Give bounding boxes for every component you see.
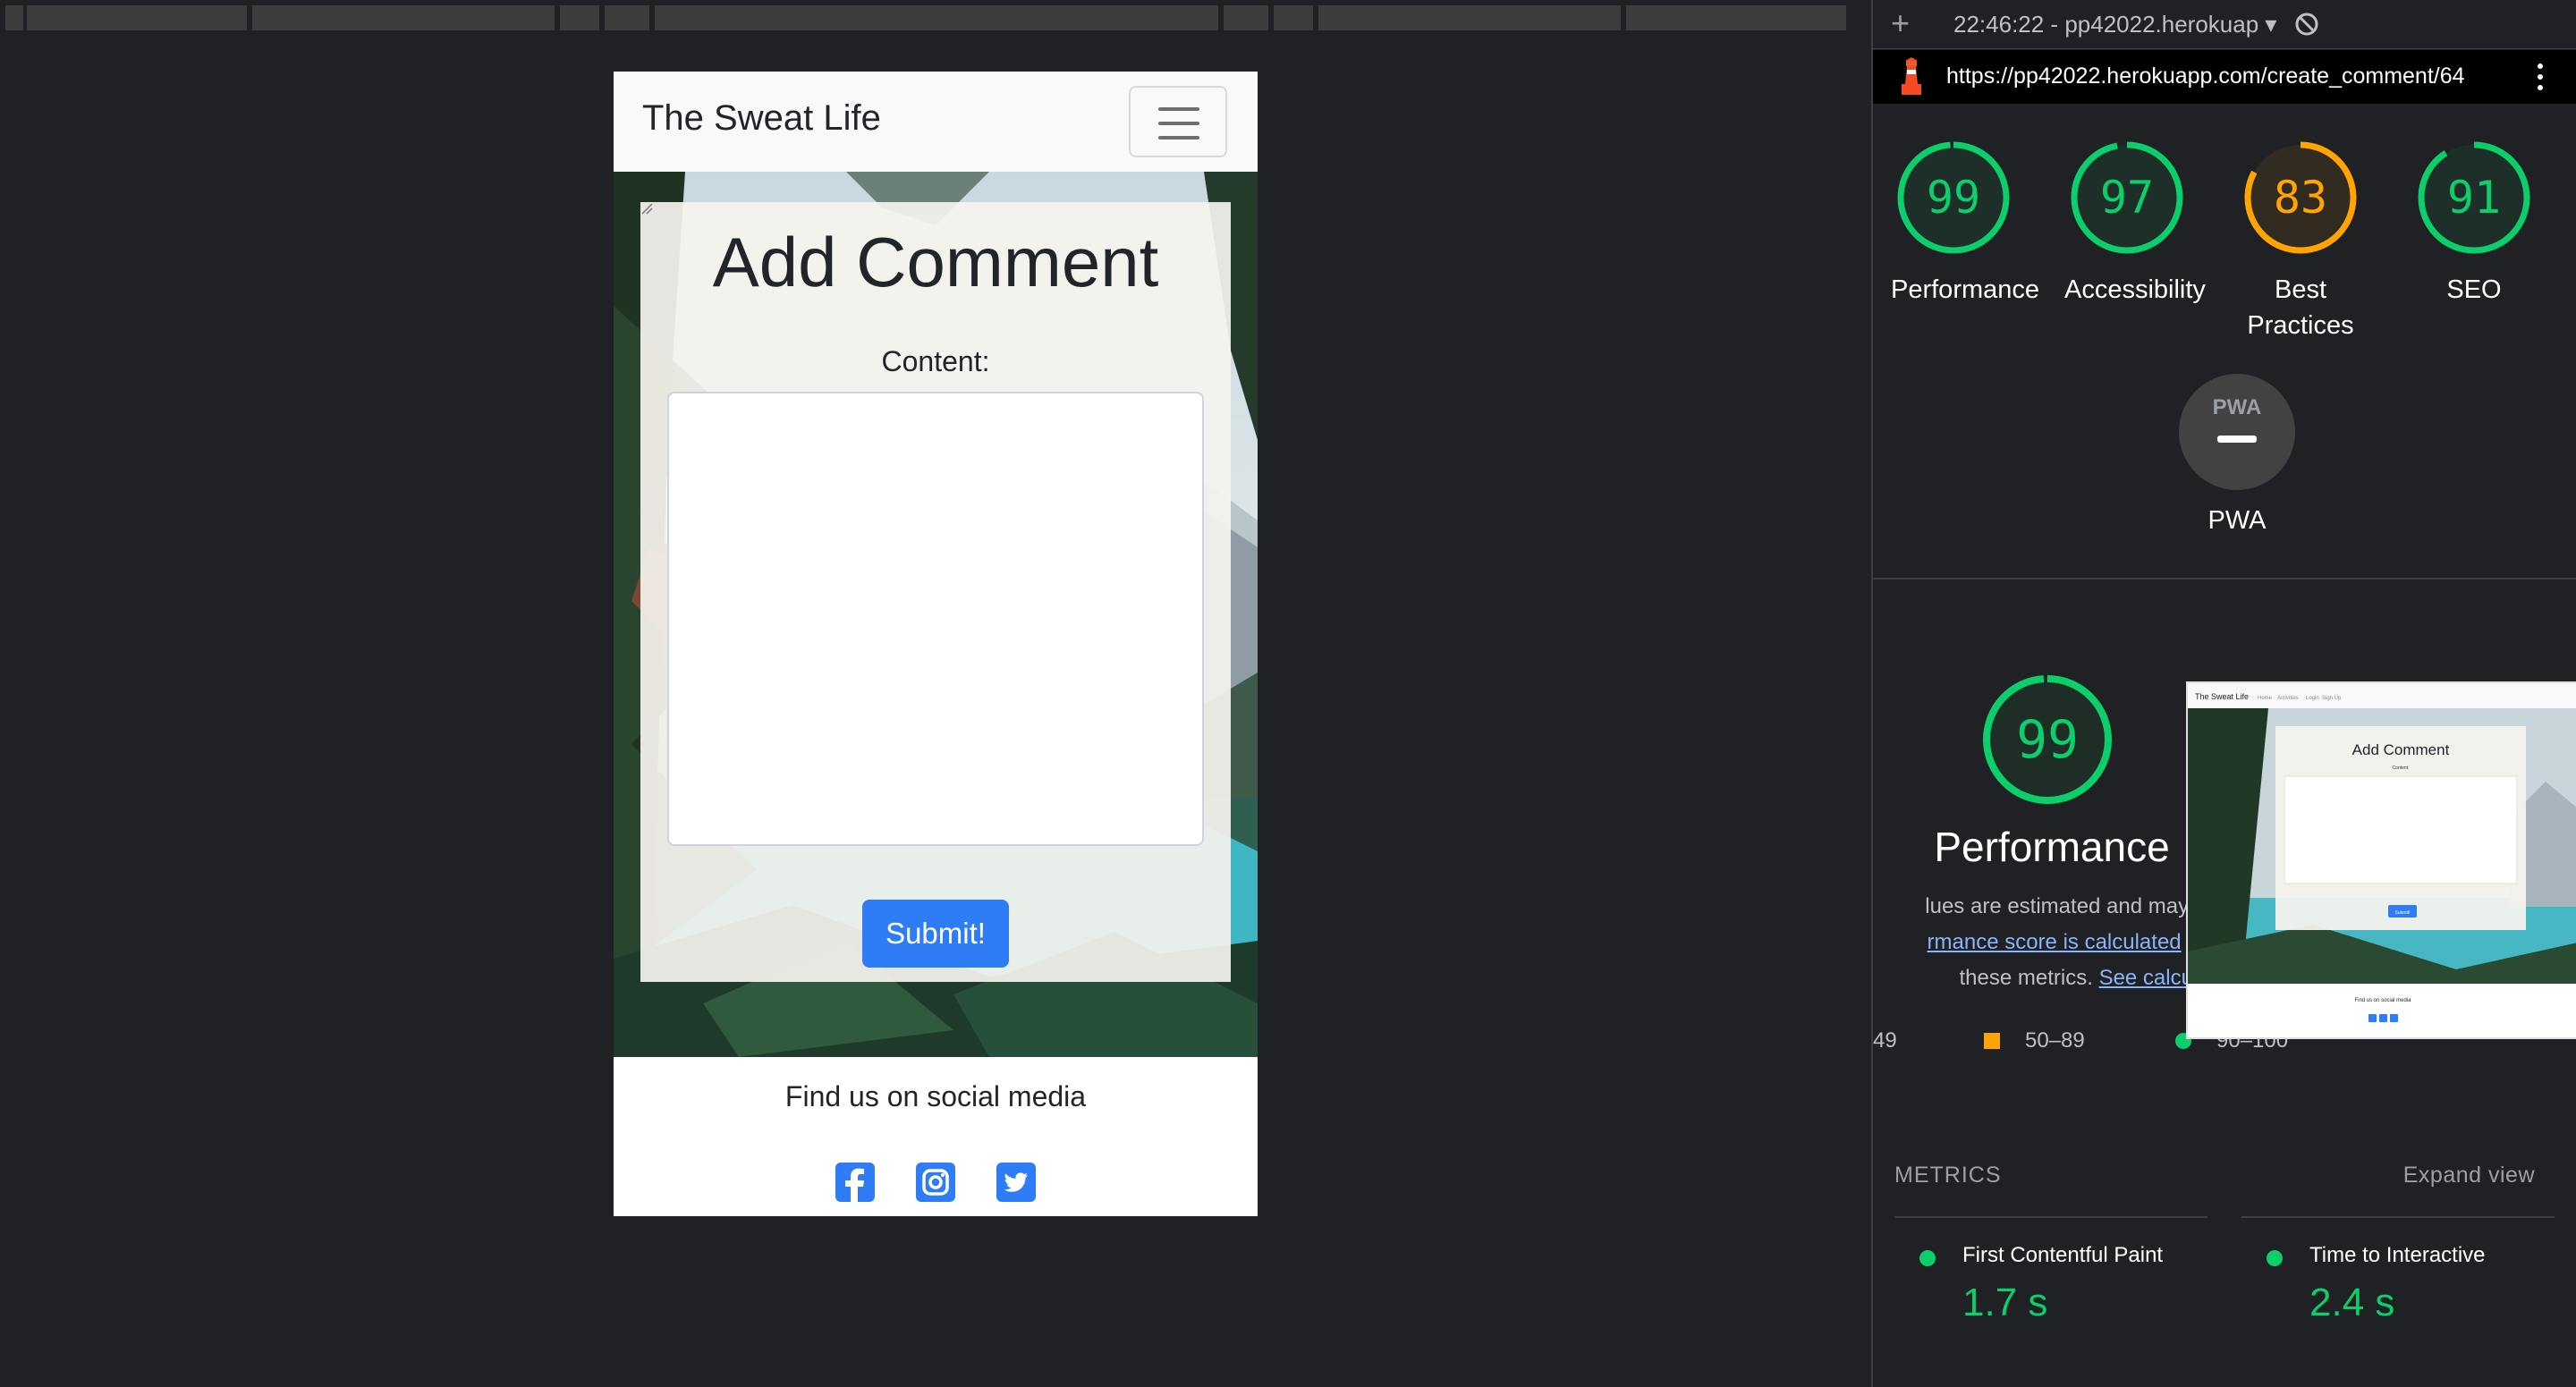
submit-button[interactable]: Submit!	[862, 900, 1009, 968]
page-screenshot-thumbnail[interactable]: The Sweat Life Home Activities Login Sig…	[2186, 681, 2576, 1039]
gauge-seo[interactable]: 91 SEO	[2411, 140, 2537, 308]
gauge-pwa[interactable]: PWA PWA	[2170, 374, 2304, 536]
thumb-nav: Home	[2258, 696, 2273, 701]
navbar: The Sweat Life	[614, 72, 1258, 172]
twitter-icon[interactable]	[996, 1163, 1036, 1202]
thumb-brand: The Sweat Life	[2195, 692, 2249, 701]
desc-line: rmance score is calculated direct	[1873, 925, 2240, 960]
instagram-icon[interactable]	[916, 1163, 955, 1202]
thumb-footer: Find us on social media	[2354, 998, 2411, 1003]
facebook-icon[interactable]	[835, 1163, 875, 1202]
hero-background: Add Comment Content: Submit!	[614, 172, 1258, 1057]
brand-link[interactable]: The Sweat Life	[642, 98, 881, 139]
desc-line: these metrics. See calculator.	[1873, 960, 2240, 996]
pass-dot-icon	[2267, 1250, 2283, 1266]
desc-text: these metrics.	[1959, 966, 2099, 990]
content-textarea[interactable]	[667, 392, 1204, 846]
pwa-badge-text: PWA	[2213, 395, 2262, 419]
report-url[interactable]: https://pp42022.herokuapp.com/create_com…	[1946, 63, 2465, 89]
thumb-label: Content:	[2393, 765, 2410, 771]
pwa-label: PWA	[2207, 506, 2267, 535]
gauge-label: Best Practices	[2247, 275, 2354, 340]
gauge-score: 97	[2099, 172, 2155, 224]
metric-value: 2.4 s	[2309, 1281, 2395, 1324]
gauge-label: Accessibility	[2064, 275, 2206, 304]
mobile-viewport: The Sweat Life Add Comment Content: Subm…	[614, 72, 1258, 1216]
gauge-score: 91	[2446, 172, 2502, 224]
orange-square-icon	[1984, 1033, 2000, 1049]
legend-label: 50–89	[2025, 1028, 2085, 1053]
gauge-performance[interactable]: 99 Performance	[1891, 140, 2040, 308]
expand-view-toggle[interactable]: Expand view	[2403, 1163, 2535, 1188]
pwa-badge-icon: PWA	[2179, 374, 2295, 490]
report-selector[interactable]: 22:46:22 - pp42022.herokuap ▾	[1953, 11, 2276, 38]
performance-title: Performance	[1934, 824, 2170, 870]
lighthouse-panel: + 22:46:22 - pp42022.herokuap ▾ https://…	[1871, 0, 2576, 1387]
performance-description: lues are estimated and may vary. rmance …	[1873, 889, 2240, 996]
performance-summary: 99 Performance lues are estimated and ma…	[1873, 672, 2240, 1173]
gauge-best-practices[interactable]: 83 Best Practices	[2238, 140, 2363, 343]
thumb-title: Add Comment	[2352, 741, 2450, 758]
thumb-button: Submit!	[2395, 910, 2411, 916]
navbar-toggle-button[interactable]	[1129, 86, 1227, 157]
more-options-icon[interactable]	[2531, 59, 2549, 95]
thumb-nav: Login	[2306, 696, 2319, 701]
legend-fail: 49	[1873, 1028, 1897, 1053]
menu-icon-bar	[1158, 136, 1199, 140]
clear-block-icon[interactable]	[2293, 11, 2320, 38]
comment-form-card: Add Comment Content: Submit!	[640, 202, 1231, 982]
lighthouse-toolbar: + 22:46:22 - pp42022.herokuap ▾	[1873, 0, 2576, 49]
lighthouse-logo-icon	[1902, 57, 1921, 95]
gauge-label: SEO	[2446, 275, 2502, 304]
legend-average: 50–89	[1984, 1028, 2085, 1053]
content-label: Content:	[881, 345, 990, 377]
section-divider	[1873, 578, 2576, 579]
metric-value: 1.7 s	[1962, 1281, 2048, 1324]
gauge-accessibility[interactable]: 97 Accessibility	[2064, 140, 2206, 308]
device-ruler	[0, 0, 1852, 30]
pass-dot-icon	[1919, 1250, 1936, 1266]
performance-score: 99	[2016, 709, 2079, 770]
resize-grip-icon[interactable]	[640, 202, 653, 215]
thumbnail-image: The Sweat Life Home Activities Login Sig…	[2188, 683, 2576, 1037]
metric-title: First Contentful Paint	[1962, 1243, 2164, 1267]
legend-label: 49	[1873, 1028, 1897, 1053]
social-heading: Find us on social media	[784, 1080, 1087, 1112]
new-report-plus-icon[interactable]: +	[1891, 7, 1910, 39]
gauge-label: Performance	[1891, 275, 2040, 304]
gauge-score: 99	[1926, 172, 1981, 224]
desc-line: lues are estimated and may vary.	[1925, 894, 2240, 918]
report-url-bar: https://pp42022.herokuapp.com/create_com…	[1873, 50, 2576, 104]
gauge-score: 83	[2273, 172, 2328, 224]
footer: Find us on social media	[614, 1057, 1258, 1216]
metric-time-to-interactive: Time to Interactive 2.4 s	[2241, 1216, 2555, 1324]
menu-icon-bar	[1158, 122, 1199, 125]
metrics-header: METRICS	[1894, 1163, 2002, 1188]
page-title: Add Comment	[712, 223, 1159, 301]
thumb-nav: Sign Up	[2322, 696, 2342, 701]
thumb-nav: Activities	[2277, 696, 2299, 701]
menu-icon	[1158, 107, 1199, 111]
metric-title: Time to Interactive	[2309, 1243, 2486, 1267]
metric-first-contentful-paint: First Contentful Paint 1.7 s	[1894, 1216, 2207, 1324]
score-calculated-link[interactable]: rmance score is calculated	[1928, 930, 2182, 954]
